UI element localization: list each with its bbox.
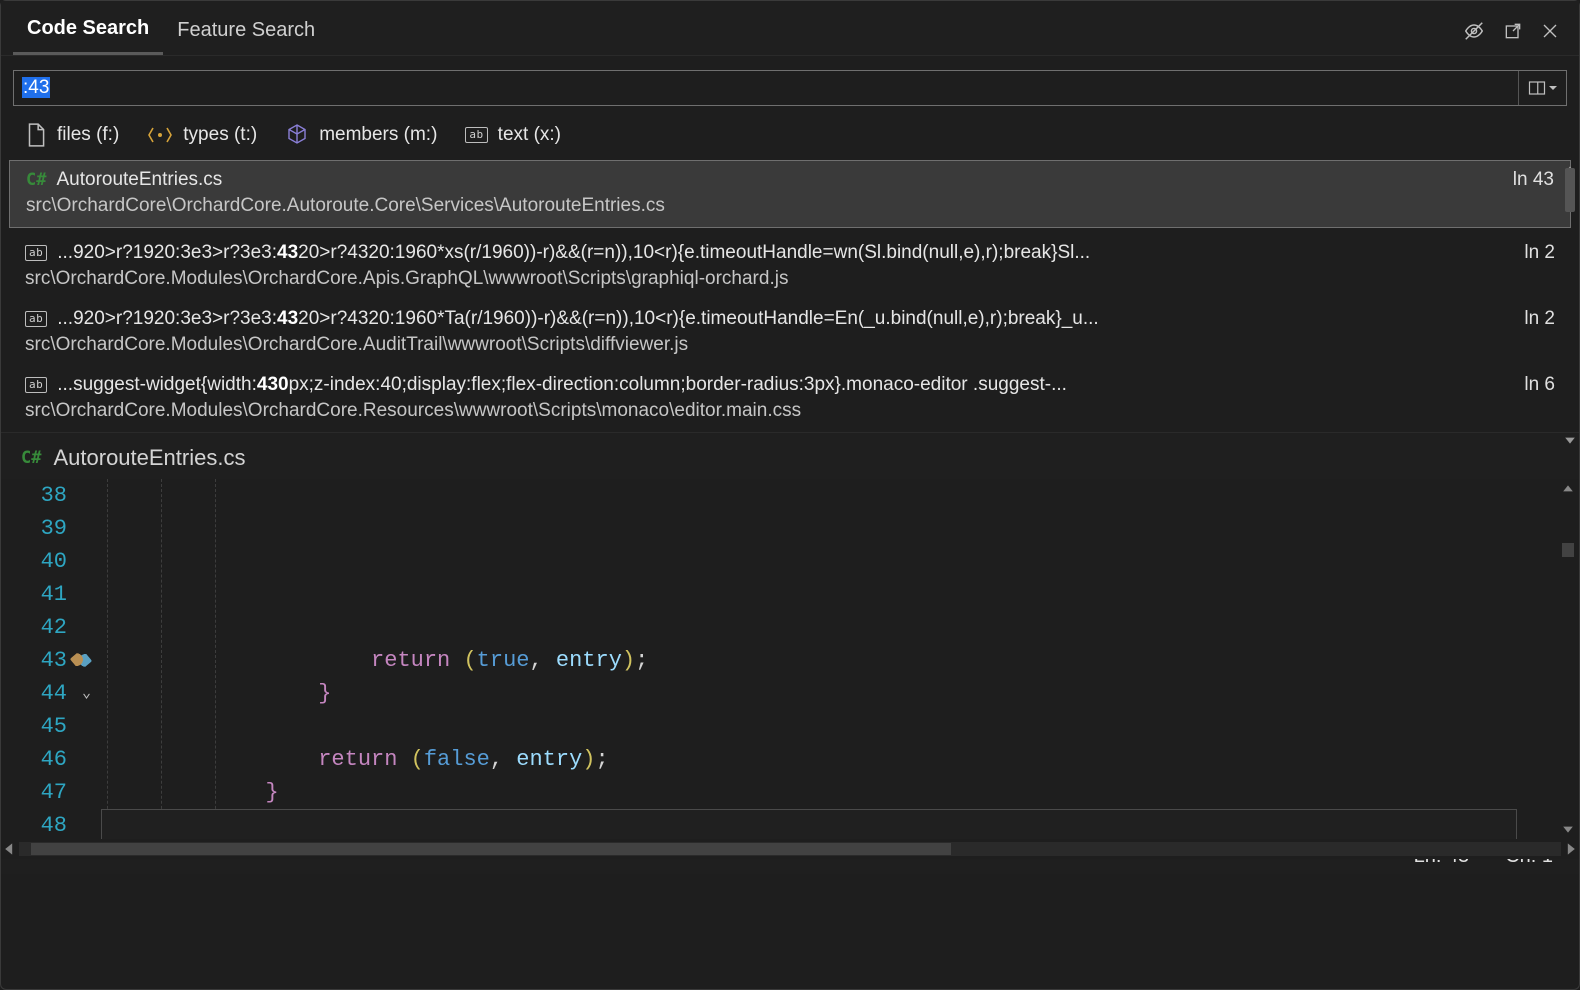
code-line: }: [101, 677, 1557, 710]
eye-off-icon[interactable]: [1463, 20, 1485, 42]
text-icon: ab: [25, 377, 47, 393]
result-path: src\OrchardCore\OrchardCore.Autoroute.Co…: [26, 195, 1554, 217]
code-line: }: [101, 776, 1557, 809]
results-scrollbar[interactable]: [1561, 160, 1579, 450]
line-gutter: 38394041424344⌄45464748: [1, 479, 101, 839]
result-line-number: ln 6: [1516, 374, 1555, 396]
csharp-icon: C#: [21, 448, 41, 468]
search-row: :43: [13, 70, 1567, 106]
fold-icon[interactable]: ⌄: [82, 677, 91, 710]
result-title: ...920>r?1920:3e3>r?3e3:4320>r?4320:1960…: [57, 308, 1506, 330]
text-icon: ab: [25, 311, 47, 327]
view-mode-toggle[interactable]: [1518, 71, 1566, 105]
results-list: C# AutorouteEntries.cs ln 43 src\OrchardCor…: [1, 160, 1579, 432]
preview-header: C# AutorouteEntries.cs: [1, 432, 1579, 479]
code-line: [101, 710, 1557, 743]
preview-filename: AutorouteEntries.cs: [53, 445, 245, 471]
result-title: ...suggest-widget{width:430px;z-index:40…: [57, 374, 1506, 396]
filter-types-label: types (t:): [183, 124, 257, 146]
result-line-number: ln 43: [1505, 169, 1554, 191]
filter-types[interactable]: types (t:): [147, 122, 257, 148]
result-item[interactable]: C# AutorouteEntries.cs ln 43 src\OrchardCor…: [9, 160, 1571, 228]
result-line-number: ln 2: [1516, 242, 1555, 264]
csharp-icon: C#: [26, 170, 46, 190]
search-input[interactable]: [14, 71, 1518, 105]
result-item[interactable]: ab ...920>r?1920:3e3>r?3e3:4320>r?4320:19…: [1, 234, 1579, 300]
search-value-highlight: :43: [22, 77, 50, 98]
result-path: src\OrchardCore.Modules\OrchardCore.Audi…: [25, 334, 1555, 356]
filter-text-label: text (x:): [498, 124, 561, 146]
tab-code-search[interactable]: Code Search: [13, 7, 163, 55]
result-line-number: ln 2: [1516, 308, 1555, 330]
result-item[interactable]: ab ...920>r?1920:3e3>r?3e3:4320>r?4320:19…: [1, 300, 1579, 366]
search-tabs: Code Search Feature Search: [1, 1, 1579, 56]
code-line: return (true, entry);: [101, 644, 1557, 677]
code-line: return (false, entry);: [101, 743, 1557, 776]
filter-files-label: files (f:): [57, 124, 119, 146]
code-area[interactable]: return (true, entry); } return (false, e…: [101, 479, 1557, 839]
open-external-icon[interactable]: [1503, 21, 1523, 41]
result-path: src\OrchardCore.Modules\OrchardCore.Reso…: [25, 400, 1555, 422]
result-title: ...920>r?1920:3e3>r?3e3:4320>r?4320:1960…: [57, 242, 1506, 264]
result-item[interactable]: ab ...suggest-widget{width:430px;z-index:…: [1, 366, 1579, 432]
filter-members[interactable]: members (m:): [285, 122, 437, 148]
editor-horizontal-scrollbar[interactable]: [1, 839, 1579, 859]
close-icon[interactable]: [1541, 22, 1559, 40]
text-icon: ab: [25, 245, 47, 261]
result-title: AutorouteEntries.cs: [56, 169, 1494, 191]
editor-vertical-scrollbar[interactable]: [1557, 479, 1579, 839]
code-preview: 38394041424344⌄45464748 return (true, en…: [1, 479, 1579, 839]
filter-text[interactable]: ab text (x:): [465, 122, 561, 148]
filter-members-label: members (m:): [319, 124, 437, 146]
result-path: src\OrchardCore.Modules\OrchardCore.Apis…: [25, 268, 1555, 290]
filter-row: files (f:) types (t:) members (m:) ab te…: [1, 106, 1579, 160]
code-line: [101, 809, 1517, 839]
tab-feature-search[interactable]: Feature Search: [163, 9, 329, 54]
filter-files[interactable]: files (f:): [25, 122, 119, 148]
text-icon: ab: [465, 127, 487, 143]
